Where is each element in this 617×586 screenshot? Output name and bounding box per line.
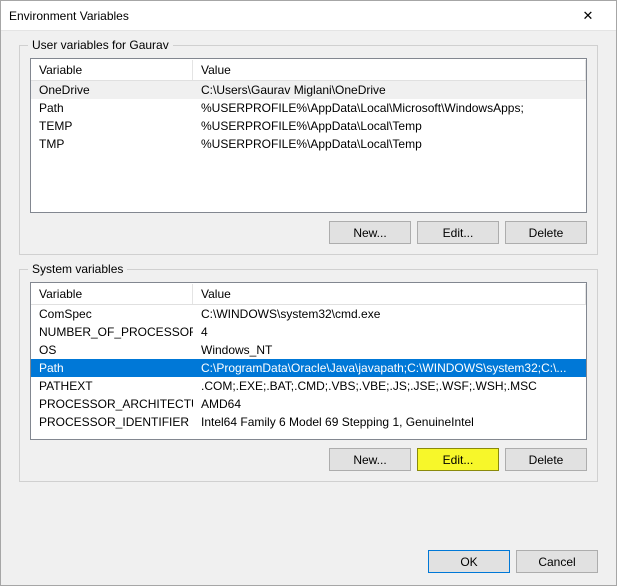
dialog-window: Environment Variables ✕ User variables f…: [0, 0, 617, 586]
cell-var: TEMP: [31, 118, 193, 134]
user-new-button[interactable]: New...: [329, 221, 411, 244]
system-variables-group: System variables Variable Value ComSpec …: [19, 269, 598, 482]
list-item[interactable]: NUMBER_OF_PROCESSORS 4: [31, 323, 586, 341]
list-item[interactable]: PROCESSOR_ARCHITECTURE AMD64: [31, 395, 586, 413]
user-buttons-row: New... Edit... Delete: [30, 221, 587, 244]
list-item-selected[interactable]: Path C:\ProgramData\Oracle\Java\javapath…: [31, 359, 586, 377]
cell-val: .COM;.EXE;.BAT;.CMD;.VBS;.VBE;.JS;.JSE;.…: [193, 378, 586, 394]
dialog-actions: OK Cancel: [1, 550, 616, 585]
cell-var: PATHEXT: [31, 378, 193, 394]
list-item[interactable]: OneDrive C:\Users\Gaurav Miglani\OneDriv…: [31, 81, 586, 99]
cell-var: PROCESSOR_ARCHITECTURE: [31, 396, 193, 412]
window-title: Environment Variables: [9, 9, 568, 23]
cell-var: PROCESSOR_IDENTIFIER: [31, 414, 193, 430]
user-col-value[interactable]: Value: [193, 60, 586, 80]
cell-val: %USERPROFILE%\AppData\Local\Microsoft\Wi…: [193, 100, 586, 116]
system-list-body: ComSpec C:\WINDOWS\system32\cmd.exe NUMB…: [31, 305, 586, 437]
titlebar: Environment Variables ✕: [1, 1, 616, 31]
user-edit-button[interactable]: Edit...: [417, 221, 499, 244]
cell-val: AMD64: [193, 396, 586, 412]
user-list-header: Variable Value: [31, 59, 586, 81]
cell-var: OS: [31, 342, 193, 358]
close-button[interactable]: ✕: [568, 2, 608, 30]
cell-var: Path: [31, 100, 193, 116]
system-delete-button[interactable]: Delete: [505, 448, 587, 471]
list-item[interactable]: PATHEXT .COM;.EXE;.BAT;.CMD;.VBS;.VBE;.J…: [31, 377, 586, 395]
cell-val: C:\ProgramData\Oracle\Java\javapath;C:\W…: [193, 360, 586, 376]
user-col-variable[interactable]: Variable: [31, 60, 193, 80]
cell-val: 4: [193, 324, 586, 340]
cell-val: C:\Users\Gaurav Miglani\OneDrive: [193, 82, 586, 98]
cell-var: OneDrive: [31, 82, 193, 98]
list-item[interactable]: ComSpec C:\WINDOWS\system32\cmd.exe: [31, 305, 586, 323]
system-buttons-row: New... Edit... Delete: [30, 448, 587, 471]
list-item[interactable]: OS Windows_NT: [31, 341, 586, 359]
cell-val: C:\WINDOWS\system32\cmd.exe: [193, 306, 586, 322]
cell-var: NUMBER_OF_PROCESSORS: [31, 324, 193, 340]
system-variables-list[interactable]: Variable Value ComSpec C:\WINDOWS\system…: [30, 282, 587, 440]
dialog-content: User variables for Gaurav Variable Value…: [1, 31, 616, 550]
cell-var: Path: [31, 360, 193, 376]
close-icon: ✕: [583, 8, 594, 24]
system-col-value[interactable]: Value: [193, 284, 586, 304]
user-variables-list[interactable]: Variable Value OneDrive C:\Users\Gaurav …: [30, 58, 587, 213]
system-col-variable[interactable]: Variable: [31, 284, 193, 304]
list-item[interactable]: Path %USERPROFILE%\AppData\Local\Microso…: [31, 99, 586, 117]
system-list-header: Variable Value: [31, 283, 586, 305]
cell-val: %USERPROFILE%\AppData\Local\Temp: [193, 118, 586, 134]
cell-var: ComSpec: [31, 306, 193, 322]
list-item[interactable]: PROCESSOR_IDENTIFIER Intel64 Family 6 Mo…: [31, 413, 586, 431]
user-variables-group: User variables for Gaurav Variable Value…: [19, 45, 598, 255]
cancel-button[interactable]: Cancel: [516, 550, 598, 573]
user-group-label: User variables for Gaurav: [28, 38, 173, 52]
user-delete-button[interactable]: Delete: [505, 221, 587, 244]
list-item[interactable]: TMP %USERPROFILE%\AppData\Local\Temp: [31, 135, 586, 153]
user-list-body: OneDrive C:\Users\Gaurav Miglani\OneDriv…: [31, 81, 586, 210]
cell-var: TMP: [31, 136, 193, 152]
list-item[interactable]: TEMP %USERPROFILE%\AppData\Local\Temp: [31, 117, 586, 135]
ok-button[interactable]: OK: [428, 550, 510, 573]
system-new-button[interactable]: New...: [329, 448, 411, 471]
cell-val: %USERPROFILE%\AppData\Local\Temp: [193, 136, 586, 152]
cell-val: Windows_NT: [193, 342, 586, 358]
cell-val: Intel64 Family 6 Model 69 Stepping 1, Ge…: [193, 414, 586, 430]
system-group-label: System variables: [28, 262, 127, 276]
system-edit-button[interactable]: Edit...: [417, 448, 499, 471]
